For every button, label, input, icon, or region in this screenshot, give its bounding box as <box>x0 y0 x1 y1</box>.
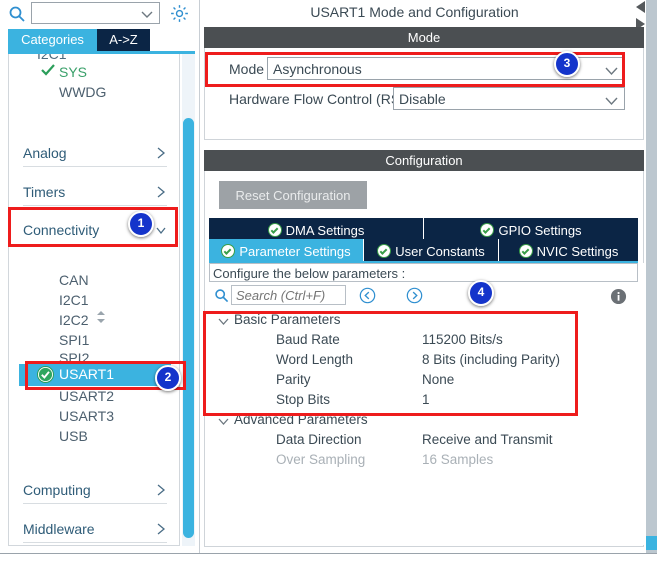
tab-a-to-z[interactable]: A->Z <box>97 29 150 51</box>
group-middleware[interactable]: Middleware <box>19 517 171 543</box>
list-item-usart2[interactable]: USART2 <box>19 388 171 406</box>
tab-user-constants[interactable]: User Constants <box>364 239 499 261</box>
tab-dma-settings[interactable]: DMA Settings <box>209 218 424 239</box>
group-timers[interactable]: Timers <box>19 180 171 206</box>
hardware-flow-control-value: Disable <box>399 91 446 107</box>
list-item-spi1[interactable]: SPI1 <box>19 332 171 350</box>
configuration-tabs-top: DMA Settings GPIO Settings <box>209 218 638 239</box>
group-analog[interactable]: Analog <box>19 141 171 167</box>
component-search-row <box>0 0 196 30</box>
page-scrollbar-track[interactable] <box>646 0 657 553</box>
tab-nvic-settings[interactable]: NVIC Settings <box>499 239 638 261</box>
hardware-flow-control-dropdown[interactable]: Disable <box>393 87 625 110</box>
list-item-label: WWDG <box>59 84 107 100</box>
group-label: Middleware <box>23 521 95 537</box>
list-item-label: CAN <box>59 272 89 288</box>
component-category-list: I2C1 SYS WWDG Analog Timers Connectivity… <box>8 54 180 546</box>
configuration-tabs-bottom: Parameter Settings User Constants NVIC S… <box>209 239 638 261</box>
list-item-label: I2C1 <box>59 292 89 308</box>
annotation-badge-1: 1 <box>128 211 154 237</box>
check-circle-icon <box>221 244 236 258</box>
configure-hint-bar: Configure the below parameters : <box>209 263 638 282</box>
group-label: Timers <box>23 184 66 200</box>
highlight-basic-parameters <box>203 311 578 416</box>
chevron-down-icon <box>141 8 153 18</box>
page-scrollbar-thumb[interactable] <box>646 536 657 550</box>
group-label: Analog <box>23 145 67 161</box>
chevron-right-icon <box>155 483 167 497</box>
list-item-can[interactable]: CAN <box>19 272 171 290</box>
component-selector-panel: Categories A->Z I2C1 SYS WWDG Analog Tim… <box>0 0 196 564</box>
chevron-down-icon <box>605 94 618 106</box>
list-item-usart3[interactable]: USART3 <box>19 408 171 426</box>
tab-parameter-settings[interactable]: Parameter Settings <box>209 239 364 261</box>
chevron-right-icon <box>155 185 167 199</box>
tab-categories[interactable]: Categories <box>8 29 97 51</box>
check-circle-icon <box>267 223 282 237</box>
list-item-i2c2[interactable]: I2C2 <box>19 312 171 330</box>
table-row[interactable]: Data Direction Receive and Transmit <box>209 430 638 450</box>
chevron-right-icon <box>155 146 167 160</box>
list-item-label: USART3 <box>59 408 114 424</box>
list-item-label: SYS <box>59 64 88 80</box>
check-circle-icon <box>480 223 495 237</box>
check-circle-icon <box>377 244 392 258</box>
group-computing[interactable]: Computing <box>19 478 171 504</box>
chevron-right-circle-icon[interactable] <box>406 287 423 304</box>
chevron-right-icon <box>155 522 167 536</box>
reset-configuration-button[interactable]: Reset Configuration <box>219 181 367 209</box>
annotation-badge-3: 3 <box>554 51 580 77</box>
group-label: Computing <box>23 482 91 498</box>
list-item-i2c1[interactable]: I2C1 <box>19 292 171 310</box>
mode-section-header: Mode <box>204 27 644 48</box>
tab-gpio-settings[interactable]: GPIO Settings <box>424 218 638 239</box>
list-item-label: SPI1 <box>59 332 90 348</box>
info-icon[interactable] <box>610 288 627 305</box>
window-bottom-strip-left <box>0 556 200 564</box>
tab-label: NVIC Settings <box>536 244 619 259</box>
parameter-search-input[interactable] <box>231 285 346 305</box>
check-icon <box>41 63 55 80</box>
configure-hint-text: Configure the below parameters : <box>213 266 406 281</box>
list-item-usb[interactable]: USB <box>19 428 171 446</box>
search-icon <box>8 5 26 23</box>
list-item-label: USB <box>59 428 88 444</box>
table-row: Over Sampling 16 Samples <box>209 450 638 470</box>
parameter-search-row <box>209 284 638 308</box>
annotation-badge-2: 2 <box>155 365 181 391</box>
tab-label: GPIO Settings <box>498 223 582 238</box>
sidebar-scrollbar-thumb[interactable] <box>183 118 194 538</box>
list-item-label: USART2 <box>59 388 114 404</box>
tab-label: DMA Settings <box>285 223 365 238</box>
chevron-left-circle-icon[interactable] <box>359 287 376 304</box>
gear-icon[interactable] <box>169 3 190 24</box>
hardware-flow-control-row: Hardware Flow Control (RS232) Disable <box>229 87 625 111</box>
tab-label: User Constants <box>395 244 485 259</box>
parameter-value: 16 Samples <box>422 452 494 467</box>
search-icon <box>214 288 229 303</box>
list-item-label: I2C2 <box>59 312 89 328</box>
tab-label: Parameter Settings <box>239 244 351 259</box>
list-item-wwdg[interactable]: WWDG <box>19 84 171 102</box>
component-search-input[interactable] <box>31 2 160 24</box>
check-circle-icon <box>518 244 533 258</box>
scroll-up-arrow-icon[interactable] <box>633 0 647 16</box>
selector-tabs: Categories A->Z <box>8 29 196 51</box>
parameter-name: Data Direction <box>276 432 362 447</box>
chevron-down-icon[interactable] <box>218 415 229 425</box>
list-item-sys[interactable]: SYS <box>19 64 171 82</box>
page-title: USART1 Mode and Configuration <box>200 0 629 24</box>
parameter-name: Over Sampling <box>276 452 366 467</box>
clipped-list-item: I2C1 <box>37 54 67 62</box>
configuration-section-header: Configuration <box>204 150 644 171</box>
parameter-value: Receive and Transmit <box>422 432 553 447</box>
annotation-badge-4: 4 <box>468 280 494 306</box>
